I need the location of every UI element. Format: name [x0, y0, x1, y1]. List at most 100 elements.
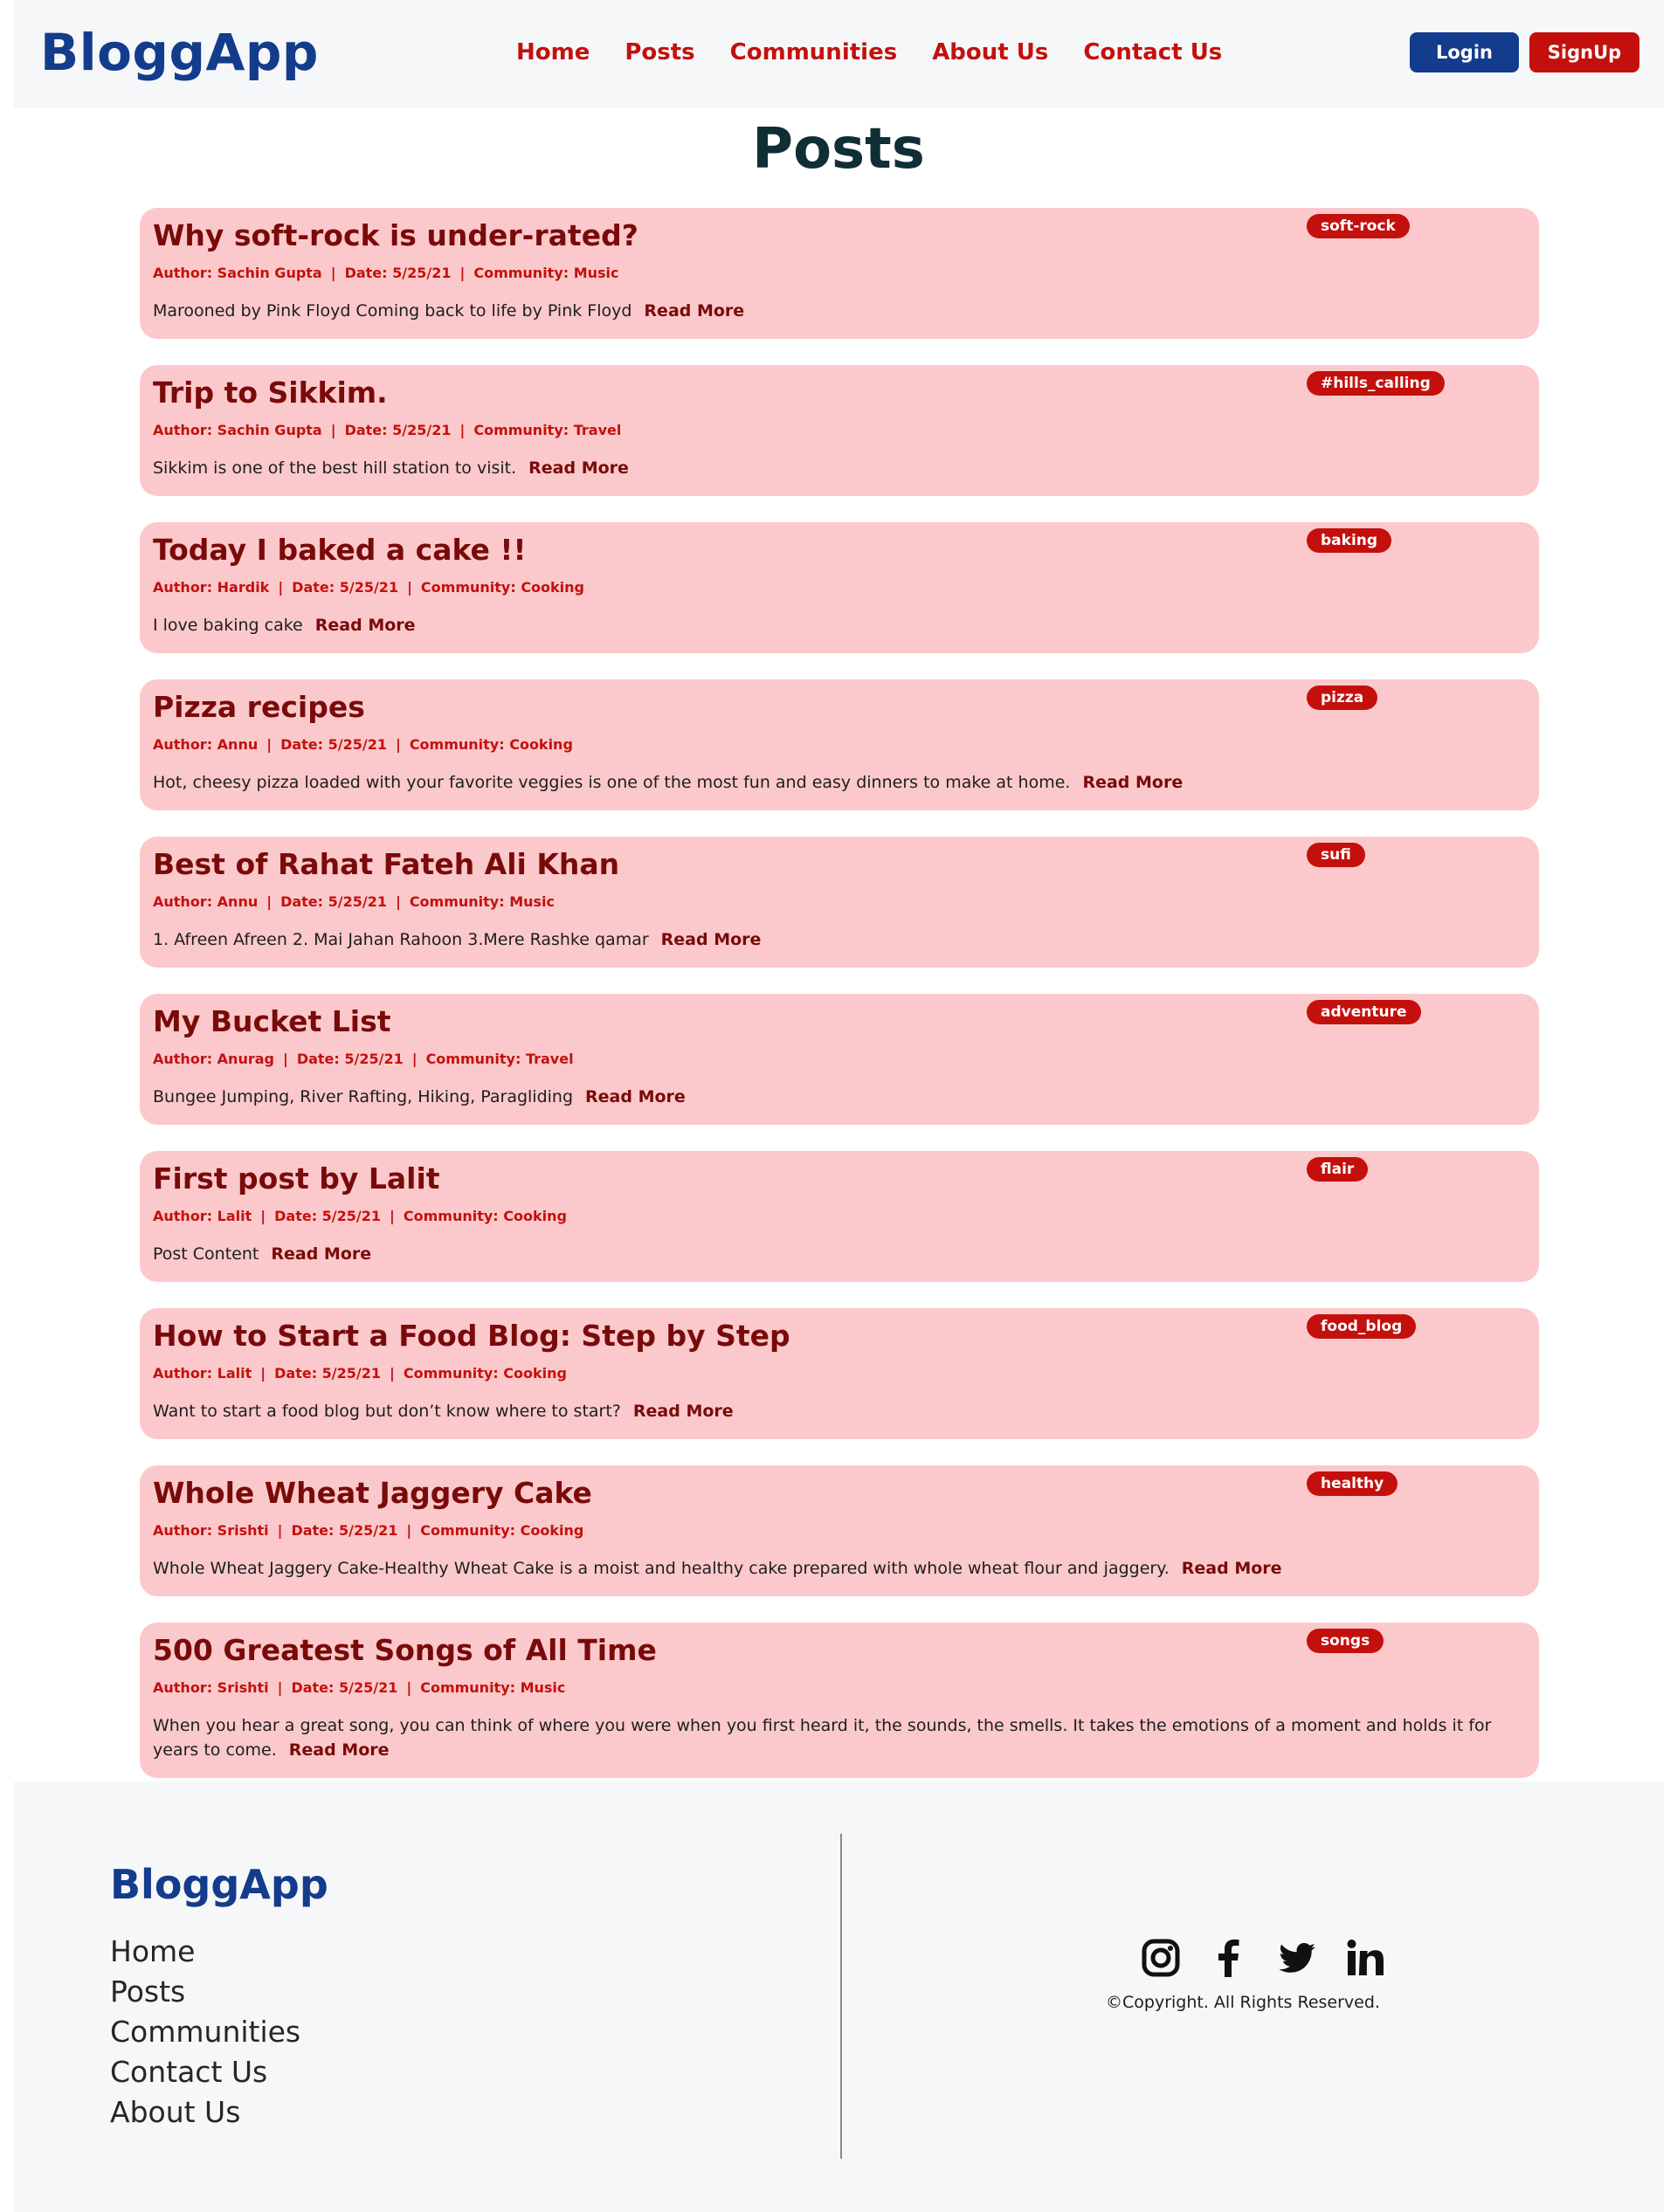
meta-separator: | [266, 736, 273, 753]
post-date: Date: 5/25/21 [274, 1365, 382, 1382]
meta-separator: | [330, 422, 336, 438]
post-community[interactable]: Community: Music [410, 893, 555, 910]
nav-home[interactable]: Home [516, 35, 590, 70]
post-title[interactable]: My Bucket List [153, 1003, 391, 1041]
post-community[interactable]: Community: Cooking [420, 1522, 583, 1539]
post-author: Author: Srishti [153, 1522, 269, 1539]
post-tag-badge[interactable]: food_blog [1307, 1314, 1417, 1339]
post-excerpt-text: Marooned by Pink Floyd Coming back to li… [153, 301, 632, 320]
linkedin-icon[interactable] [1344, 1937, 1386, 1979]
post-date: Date: 5/25/21 [274, 1208, 382, 1224]
post-excerpt: Hot, cheesy pizza loaded with your favor… [153, 770, 1524, 795]
post-community[interactable]: Community: Cooking [421, 579, 584, 596]
post-tag-badge[interactable]: pizza [1307, 686, 1378, 710]
post-community[interactable]: Community: Music [473, 265, 618, 281]
post-excerpt-text: Hot, cheesy pizza loaded with your favor… [153, 773, 1071, 792]
post-date: Date: 5/25/21 [344, 422, 452, 438]
post-tag-badge[interactable]: songs [1307, 1629, 1384, 1653]
meta-separator: | [406, 1679, 412, 1696]
post-excerpt-text: Want to start a food blog but don’t know… [153, 1402, 621, 1421]
post-excerpt-text: Sikkim is one of the best hill station t… [153, 458, 517, 478]
footer-link-posts[interactable]: Posts [110, 1972, 300, 2012]
read-more-link[interactable]: Read More [1082, 773, 1183, 792]
post-meta: Author: Lalit | Date: 5/25/21 | Community: C… [153, 1207, 1525, 1226]
read-more-link[interactable]: Read More [528, 458, 629, 478]
read-more-link[interactable]: Read More [289, 1740, 390, 1760]
post-title[interactable]: Whole Wheat Jaggery Cake [153, 1474, 592, 1513]
read-more-link[interactable]: Read More [1182, 1559, 1282, 1578]
post-tag-badge[interactable]: soft-rock [1307, 214, 1410, 238]
meta-separator: | [282, 1051, 288, 1067]
post-date: Date: 5/25/21 [280, 736, 387, 753]
post-date: Date: 5/25/21 [292, 579, 399, 596]
post-community[interactable]: Community: Travel [473, 422, 621, 438]
copyright-text: ©Copyright. All Rights Reserved. [1106, 1993, 1380, 2012]
post-date: Date: 5/25/21 [344, 265, 452, 281]
read-more-link[interactable]: Read More [644, 301, 744, 320]
footer: BloggApp Home Posts Communities Contact … [14, 1781, 1664, 2212]
meta-separator: | [266, 893, 273, 910]
post-card: My Bucket List Author: Anurag | Date: 5/25/… [140, 994, 1539, 1125]
footer-link-home[interactable]: Home [110, 1932, 300, 1972]
twitter-icon[interactable] [1276, 1937, 1318, 1979]
post-title[interactable]: Pizza recipes [153, 688, 365, 727]
post-excerpt: Whole Wheat Jaggery Cake-Healthy Wheat C… [153, 1556, 1524, 1581]
post-tag-badge[interactable]: healthy [1307, 1471, 1398, 1496]
read-more-link[interactable]: Read More [585, 1087, 686, 1106]
post-tag-badge[interactable]: sufi [1307, 843, 1365, 867]
post-tag-badge[interactable]: adventure [1307, 1000, 1421, 1024]
meta-separator: | [390, 1208, 395, 1224]
meta-separator: | [411, 1051, 418, 1067]
footer-brand-logo[interactable]: BloggApp [110, 1860, 328, 1909]
post-meta: Author: Anurag | Date: 5/25/21 | Community: … [153, 1050, 1525, 1069]
footer-link-about-us[interactable]: About Us [110, 2092, 300, 2133]
post-title[interactable]: Why soft-rock is under-rated? [153, 217, 638, 255]
signup-button[interactable]: SignUp [1529, 32, 1639, 72]
post-community[interactable]: Community: Cooking [404, 1365, 567, 1382]
read-more-link[interactable]: Read More [661, 930, 762, 949]
post-excerpt-text: Post Content [153, 1244, 259, 1264]
footer-link-contact-us[interactable]: Contact Us [110, 2052, 300, 2092]
post-community[interactable]: Community: Music [420, 1679, 565, 1696]
top-header: BloggApp Home Posts Communities About Us… [14, 0, 1664, 108]
post-meta: Author: Srishti | Date: 5/25/21 | Community:… [153, 1521, 1525, 1540]
post-excerpt: 1. Afreen Afreen 2. Mai Jahan Rahoon 3.M… [153, 927, 1524, 952]
meta-separator: | [459, 265, 466, 281]
post-title[interactable]: Trip to Sikkim. [153, 374, 388, 412]
post-author: Author: Annu [153, 893, 259, 910]
post-title[interactable]: 500 Greatest Songs of All Time [153, 1631, 657, 1670]
post-community[interactable]: Community: Cooking [404, 1208, 567, 1224]
post-card: 500 Greatest Songs of All Time Author: Sr… [140, 1623, 1539, 1778]
post-title[interactable]: First post by Lalit [153, 1160, 440, 1198]
instagram-icon[interactable] [1140, 1937, 1182, 1979]
nav-about-us[interactable]: About Us [932, 35, 1048, 70]
post-community[interactable]: Community: Travel [426, 1051, 574, 1067]
meta-separator: | [278, 579, 284, 596]
read-more-link[interactable]: Read More [271, 1244, 371, 1264]
page: BloggApp Home Posts Communities About Us… [0, 0, 1677, 2212]
post-date: Date: 5/25/21 [291, 1522, 398, 1539]
facebook-icon[interactable] [1208, 1937, 1250, 1979]
post-community[interactable]: Community: Cooking [410, 736, 573, 753]
footer-link-communities[interactable]: Communities [110, 2012, 300, 2052]
footer-links: Home Posts Communities Contact Us About … [110, 1932, 300, 2133]
post-title[interactable]: Today I baked a cake !! [153, 531, 527, 569]
post-author: Author: Srishti [153, 1679, 269, 1696]
post-title[interactable]: Best of Rahat Fateh Ali Khan [153, 845, 619, 884]
post-tag-badge[interactable]: baking [1307, 528, 1392, 553]
nav-posts[interactable]: Posts [625, 35, 694, 70]
post-tag-badge[interactable]: flair [1307, 1157, 1369, 1182]
nav-contact-us[interactable]: Contact Us [1083, 35, 1222, 70]
post-date: Date: 5/25/21 [280, 893, 387, 910]
post-meta: Author: Lalit | Date: 5/25/21 | Community: C… [153, 1364, 1525, 1383]
post-date: Date: 5/25/21 [291, 1679, 398, 1696]
post-meta: Author: Srishti | Date: 5/25/21 | Community:… [153, 1678, 1525, 1698]
brand-logo[interactable]: BloggApp [40, 21, 319, 84]
login-button[interactable]: Login [1410, 32, 1519, 72]
post-card: Whole Wheat Jaggery Cake Author: Srishti |… [140, 1465, 1539, 1596]
read-more-link[interactable]: Read More [633, 1402, 734, 1421]
post-tag-badge[interactable]: #hills_calling [1307, 371, 1445, 396]
nav-communities[interactable]: Communities [730, 35, 898, 70]
post-title[interactable]: How to Start a Food Blog: Step by Step [153, 1317, 790, 1355]
read-more-link[interactable]: Read More [315, 616, 416, 635]
